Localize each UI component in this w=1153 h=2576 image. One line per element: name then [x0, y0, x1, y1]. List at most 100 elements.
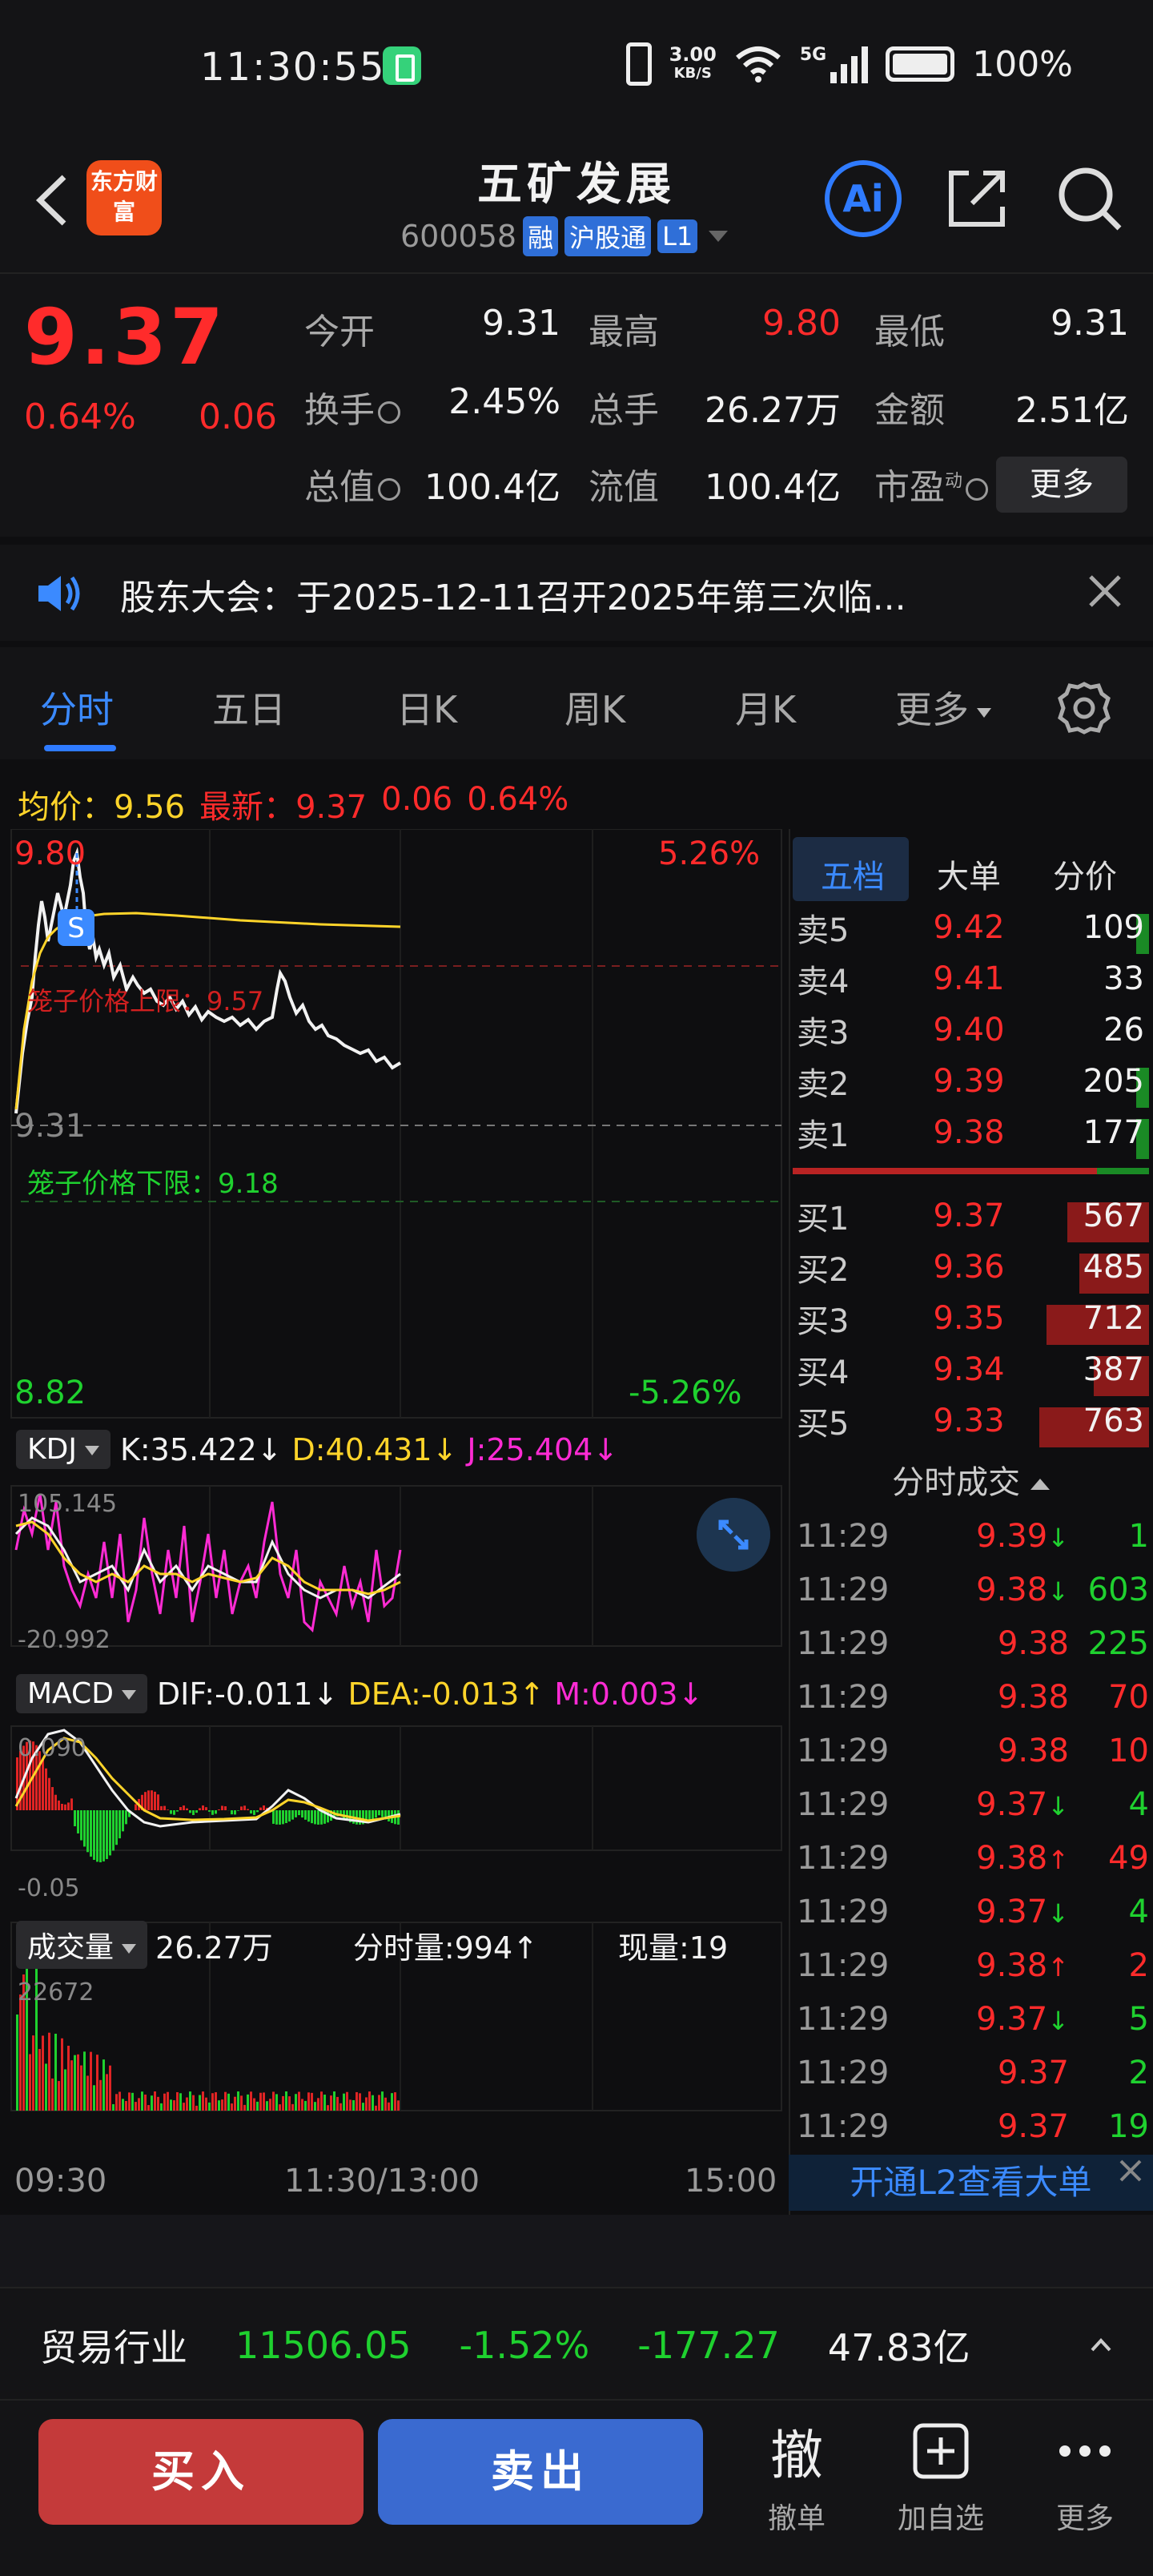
network-speed-value: 3.00 [669, 43, 717, 66]
expand-icon[interactable] [697, 1498, 770, 1572]
macd-bar [70, 1798, 73, 1810]
level-volume-cell: 26 [1037, 1012, 1149, 1057]
macd-bar [45, 1768, 47, 1810]
macd-bar [151, 1790, 153, 1810]
level-tag: L1 [657, 219, 698, 253]
tab-weekly-k[interactable]: 周K [564, 681, 625, 734]
industry-pct: -1.52% [459, 2324, 590, 2367]
volume-bar [173, 2100, 175, 2111]
tick-time: 11:29 [797, 1572, 890, 1608]
buy-button[interactable]: 买入 [38, 2419, 364, 2525]
industry-row[interactable]: 贸易行业 11506.05 -1.52% -177.27 47.83亿 [40, 2319, 970, 2372]
macd-bar [83, 1810, 86, 1847]
level-volume-cell: 387 [1037, 1351, 1149, 1396]
ask-row[interactable]: 卖2 9.39 205 [797, 1057, 1149, 1108]
signal-icon: 5G [800, 45, 869, 83]
ask-row[interactable]: 卖4 9.41 33 [797, 955, 1149, 1005]
macd-bar [189, 1810, 191, 1813]
more-button[interactable]: 更多 [996, 457, 1127, 513]
macd-selector[interactable]: MACD [16, 1674, 147, 1713]
volume-bar [333, 2091, 335, 2111]
volume-bar [160, 2103, 163, 2111]
volume-selector[interactable]: 成交量 [16, 1921, 148, 1969]
volume-bar [199, 2095, 201, 2111]
ask-row[interactable]: 卖1 9.38 177 [797, 1109, 1149, 1159]
close-icon[interactable] [1084, 570, 1126, 612]
sell-marker[interactable]: S [67, 912, 85, 944]
volume-bar [125, 2101, 127, 2111]
ticks-title[interactable]: 分时成交 [793, 1456, 1149, 1503]
volume-bar [282, 2095, 284, 2111]
bid-row[interactable]: 买1 9.37 567 [797, 1192, 1149, 1242]
tick-time: 11:29 [797, 1679, 890, 1716]
volume-bar [141, 2091, 143, 2111]
tab-big-orders[interactable]: 大单 [937, 851, 1001, 897]
tick-volume: 4 [1128, 1894, 1149, 1930]
tab-intraday[interactable]: 分时 [40, 681, 114, 734]
gear-icon[interactable] [1055, 679, 1113, 737]
add-watchlist-button[interactable]: 加自选 [881, 2415, 1001, 2537]
level-volume-cell: 485 [1037, 1249, 1149, 1294]
macd-bar [372, 1810, 374, 1821]
macd-bar [183, 1805, 185, 1810]
volume-bar [176, 2091, 179, 2111]
tab-more[interactable]: 更多 [895, 681, 991, 734]
tab-five-level[interactable]: 五档 [821, 851, 885, 897]
stat-label: 总值 [304, 458, 404, 509]
macd-bar [122, 1810, 124, 1832]
bid-row[interactable]: 买4 9.34 387 [797, 1346, 1149, 1396]
search-icon[interactable] [1055, 164, 1124, 233]
industry-amount: 47.83亿 [827, 2326, 970, 2369]
sell-button[interactable]: 卖出 [378, 2419, 703, 2525]
volume-bar [384, 2097, 387, 2111]
macd-bar [106, 1810, 108, 1859]
macd-bar [157, 1794, 159, 1810]
connect-tag: 沪股通 [564, 216, 652, 256]
close-icon[interactable] [1115, 2155, 1147, 2187]
bid-row[interactable]: 买5 9.33 763 [797, 1397, 1149, 1447]
level-price: 9.35 [933, 1300, 1005, 1337]
tick-time: 11:29 [797, 1733, 890, 1769]
tab-monthly-k[interactable]: 月K [735, 681, 796, 734]
l2-upgrade-banner[interactable]: 开通L2查看大单 [789, 2155, 1153, 2211]
macd-bar [272, 1810, 275, 1824]
info-icon[interactable] [378, 401, 400, 424]
volume-bar [138, 2098, 140, 2111]
tick-price-value: 9.38 [997, 1733, 1069, 1769]
ask-row[interactable]: 卖5 9.42 109 [797, 904, 1149, 954]
kdj-selector[interactable]: KDJ [16, 1430, 110, 1469]
volume-bar [102, 2059, 105, 2111]
level-label: 卖3 [797, 1015, 850, 1052]
chevron-down-icon[interactable] [709, 231, 729, 242]
cancel-order-button[interactable]: 撤 撤单 [749, 2415, 845, 2537]
volume-bar [269, 2099, 271, 2111]
more-actions-button[interactable]: 更多 [1041, 2415, 1129, 2537]
kdj-legend: KDJ K:35.422↓ D:40.431↓ J:25.404↓ [16, 1430, 618, 1469]
tick-price-value: 9.37 [976, 2001, 1048, 2038]
tick-volume: 1 [1128, 1518, 1149, 1555]
macd-bar [77, 1810, 79, 1833]
tab-price-split[interactable]: 分价 [1053, 851, 1117, 897]
info-icon[interactable] [378, 478, 400, 501]
bid-row[interactable]: 买2 9.36 485 [797, 1243, 1149, 1294]
ai-button[interactable]: Ai [825, 160, 902, 237]
tab-five-day[interactable]: 五日 [212, 681, 286, 734]
tick-direction: ↓ [1047, 1576, 1069, 1607]
ask-row[interactable]: 卖3 9.40 26 [797, 1006, 1149, 1057]
tick-row: 11:29 9.37↓ 4 [797, 1781, 1149, 1829]
volume-bar [240, 2095, 243, 2111]
bid-row[interactable]: 买3 9.35 712 [797, 1294, 1149, 1345]
volume-bar [381, 2091, 384, 2111]
stat-label-text: 金额 [874, 390, 945, 431]
stock-code-row[interactable]: 600058 融 沪股通 L1 [400, 216, 729, 256]
macd-bar [221, 1805, 223, 1810]
stat-value: 100.4亿 [705, 467, 841, 508]
intraday-chart[interactable]: S [0, 829, 785, 2215]
chevron-up-icon[interactable] [1089, 2332, 1113, 2357]
intraday-legend: 均价：9.56 最新：9.37 0.06 0.64% [18, 781, 568, 827]
macd-bar [211, 1810, 214, 1815]
announcement-text[interactable]: 股东大会：于2025-12-11召开2025年第三次临... [120, 569, 1033, 620]
share-icon[interactable] [945, 167, 1009, 231]
tab-daily-k[interactable]: 日K [396, 681, 457, 734]
tick-price: 9.38 [957, 1733, 1069, 1769]
